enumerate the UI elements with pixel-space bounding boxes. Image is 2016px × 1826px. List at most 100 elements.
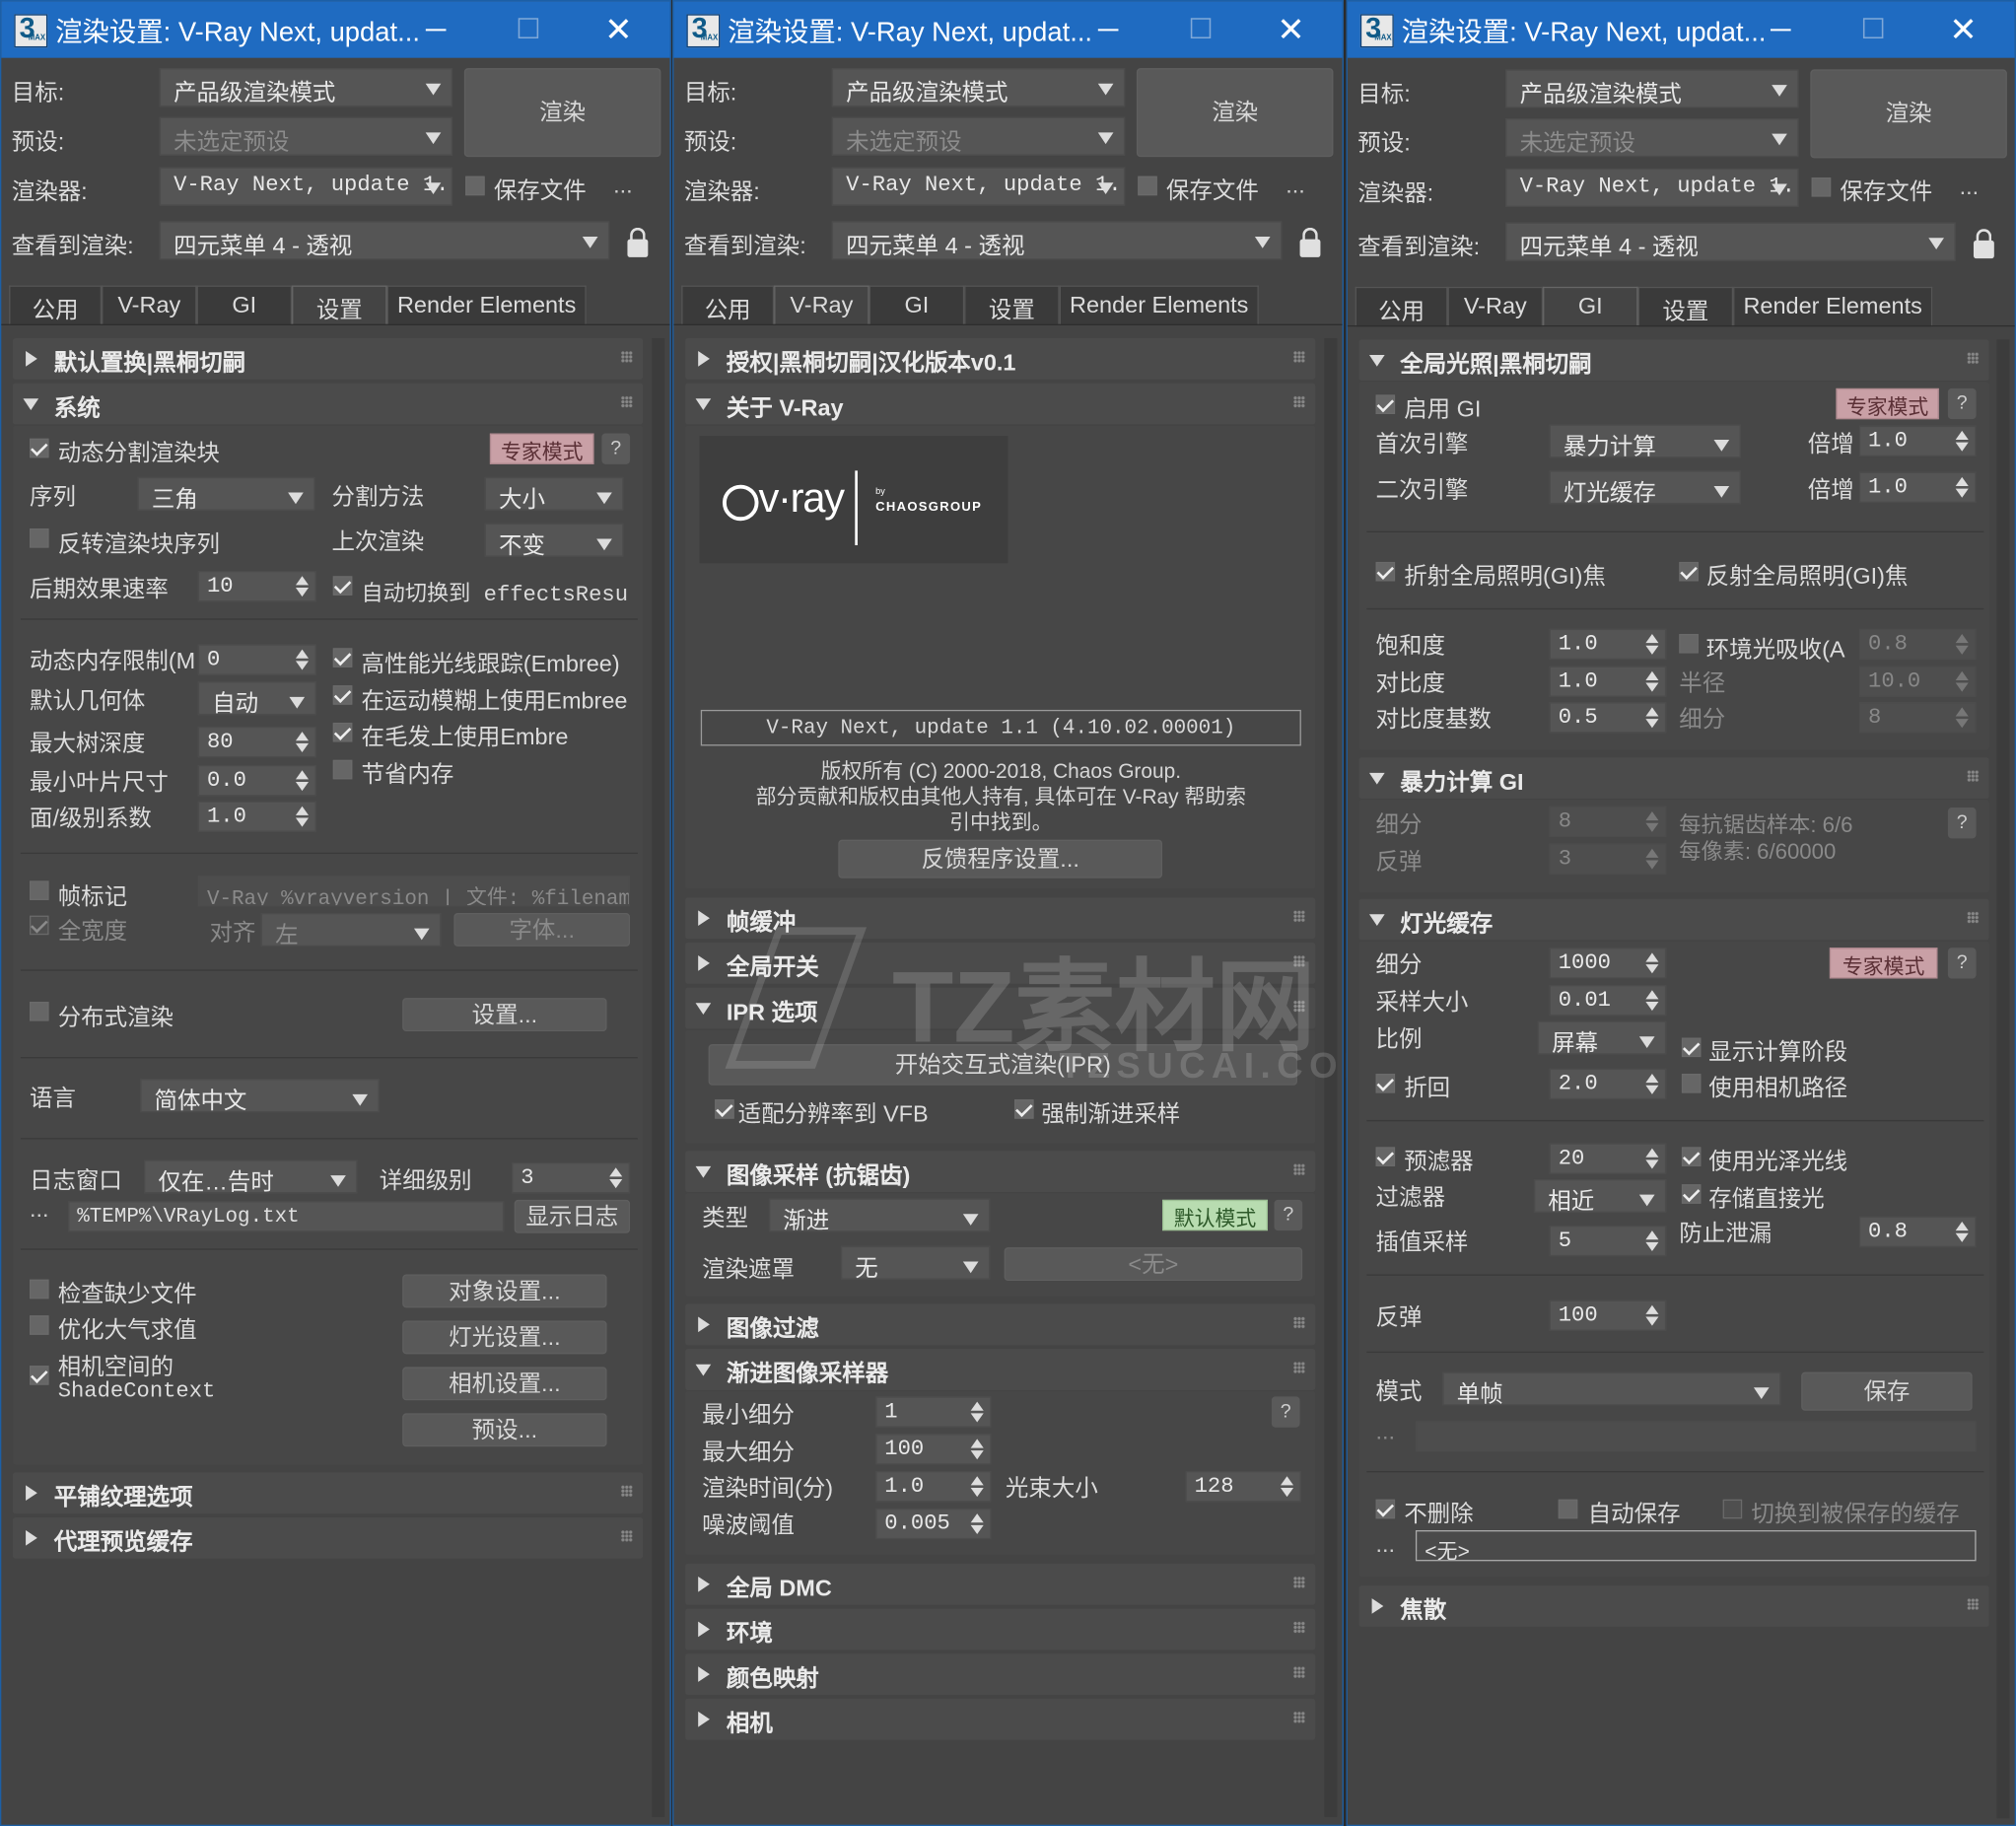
default-geometry-dropdown[interactable]: 自动 (197, 681, 316, 716)
section-image-sampler[interactable]: 图像采样 (抗锯齿) (685, 1151, 1316, 1193)
ao-amount-spinner[interactable]: 0.8 (1858, 628, 1977, 661)
section-license[interactable]: 授权|黑桐切嗣|汉化版本v0.1 (685, 338, 1316, 380)
auto-save-browse-button[interactable]: ... (1376, 1531, 1396, 1558)
show-log-button[interactable]: 显示日志 (514, 1199, 631, 1233)
show-calc-phase-checkbox[interactable] (1681, 1037, 1702, 1058)
reflective-caustics-checkbox[interactable] (1679, 561, 1699, 582)
help-icon[interactable]: ? (1947, 387, 1977, 420)
section-global-illumination[interactable]: 全局光照|黑桐切嗣 (1358, 339, 1989, 382)
section-light-cache[interactable]: 灯光缓存 (1358, 898, 1989, 941)
title-bar[interactable]: 渲染设置: V-Ray Next, updat... ─ ☐ ✕ (1, 1, 670, 58)
section-global-dmc[interactable]: 全局 DMC (685, 1563, 1316, 1605)
tab-vray[interactable]: V-Ray (774, 285, 869, 325)
section-environment[interactable]: 环境 (685, 1608, 1316, 1650)
prefilter-checkbox[interactable] (1375, 1147, 1396, 1166)
render-button[interactable]: 渲染 (1810, 69, 2007, 159)
tab-common[interactable]: 公用 (681, 285, 775, 325)
check-missing-files-checkbox[interactable] (29, 1279, 49, 1299)
retrace-spinner[interactable]: 2.0 (1549, 1068, 1667, 1100)
render-button[interactable]: 渲染 (463, 68, 661, 158)
sequence-dropdown[interactable]: 三角 (137, 476, 315, 511)
view-dropdown[interactable]: 四元菜单 4 - 透视 (1505, 222, 1956, 261)
tab-render-elements[interactable]: Render Elements (386, 285, 587, 325)
maximize-icon[interactable]: ☐ (503, 9, 554, 50)
force-progressive-checkbox[interactable] (1014, 1099, 1034, 1119)
section-brute-force-gi[interactable]: 暴力计算 GI (1358, 757, 1989, 799)
fit-resolution-checkbox[interactable] (715, 1099, 734, 1119)
presets-button[interactable]: 预设... (402, 1413, 607, 1447)
split-method-dropdown[interactable]: 大小 (484, 476, 624, 511)
help-icon[interactable]: ? (1271, 1396, 1300, 1428)
auto-save-file-field[interactable]: <无> (1415, 1530, 1977, 1562)
cache-file-browse-button[interactable]: ... (1376, 1419, 1396, 1445)
tab-settings[interactable]: 设置 (964, 285, 1060, 325)
distributed-render-checkbox[interactable] (29, 1001, 49, 1021)
default-mode-badge[interactable]: 默认模式 (1162, 1199, 1268, 1231)
leak-prevention-spinner[interactable]: 0.8 (1858, 1216, 1977, 1248)
contrast-base-spinner[interactable]: 0.5 (1549, 702, 1667, 734)
scrollbar[interactable] (652, 338, 665, 1817)
last-render-dropdown[interactable]: 不变 (484, 523, 624, 557)
refractive-caustics-checkbox[interactable] (1375, 561, 1396, 582)
save-memory-checkbox[interactable] (332, 759, 353, 780)
view-dropdown[interactable]: 四元菜单 4 - 透视 (159, 221, 610, 260)
section-default-displacement[interactable]: 默认置换|黑桐切嗣 (13, 338, 644, 380)
section-system[interactable]: 系统 (13, 383, 644, 425)
secondary-multiplier-spinner[interactable]: 1.0 (1858, 471, 1977, 503)
ao-subdivs-spinner[interactable]: 8 (1858, 702, 1977, 734)
render-mask-dropdown[interactable]: 无 (840, 1245, 991, 1280)
auto-switch-checkbox[interactable] (332, 576, 353, 596)
primary-engine-dropdown[interactable]: 暴力计算 (1549, 424, 1741, 458)
expert-mode-badge[interactable]: 专家模式 (1836, 387, 1939, 420)
tab-settings[interactable]: 设置 (292, 285, 387, 325)
tab-settings[interactable]: 设置 (1637, 286, 1734, 327)
save-file-browse-button[interactable]: ... (613, 173, 633, 199)
scrollbar[interactable] (1996, 339, 2010, 1819)
renderer-dropdown[interactable]: V-Ray Next, update 1. (831, 167, 1126, 206)
sample-size-spinner[interactable]: 0.01 (1549, 985, 1667, 1017)
section-caustics[interactable]: 焦散 (1358, 1585, 1989, 1627)
ambient-occlusion-checkbox[interactable] (1679, 633, 1699, 654)
minimize-icon[interactable]: ─ (1082, 9, 1134, 50)
post-effects-rate-spinner[interactable]: 10 (197, 571, 316, 602)
section-color-mapping[interactable]: 颜色映射 (685, 1653, 1316, 1695)
auto-save-checkbox[interactable] (1558, 1499, 1578, 1519)
face-level-coef-spinner[interactable]: 1.0 (197, 801, 316, 832)
filter-dropdown[interactable]: 相近 (1533, 1178, 1667, 1213)
scale-dropdown[interactable]: 屏幕 (1537, 1020, 1667, 1055)
bf-bounces-spinner[interactable]: 3 (1549, 843, 1667, 875)
preset-dropdown[interactable]: 未选定预设 (159, 116, 453, 156)
maximize-icon[interactable]: ☐ (1847, 9, 1899, 50)
render-time-spinner[interactable]: 1.0 (875, 1471, 992, 1503)
camera-space-shadecontext-checkbox[interactable] (29, 1366, 49, 1385)
hair-embree-checkbox[interactable] (332, 722, 353, 742)
save-file-checkbox[interactable] (1138, 176, 1157, 196)
expert-mode-badge[interactable]: 专家模式 (1829, 948, 1938, 979)
minimize-icon[interactable]: ─ (1755, 9, 1806, 50)
motion-blur-embree-checkbox[interactable] (332, 685, 353, 705)
use-glossy-rays-checkbox[interactable] (1681, 1147, 1702, 1166)
primary-multiplier-spinner[interactable]: 1.0 (1858, 425, 1977, 457)
lock-icon[interactable] (627, 227, 649, 257)
lc-subdivs-spinner[interactable]: 1000 (1549, 948, 1667, 979)
light-settings-button[interactable]: 灯光设置... (402, 1320, 607, 1355)
help-icon[interactable]: ? (1274, 1199, 1303, 1231)
dynamic-memory-spinner[interactable]: 0 (197, 644, 316, 675)
min-subdivs-spinner[interactable]: 1 (875, 1396, 992, 1428)
interp-samples-spinner[interactable]: 5 (1549, 1225, 1667, 1257)
saturation-spinner[interactable]: 1.0 (1549, 628, 1667, 661)
lock-icon[interactable] (1299, 227, 1321, 257)
tab-vray[interactable]: V-Ray (102, 285, 197, 325)
save-file-browse-button[interactable]: ... (1286, 173, 1305, 199)
expert-mode-badge[interactable]: 专家模式 (489, 433, 594, 464)
bundle-size-spinner[interactable]: 128 (1185, 1471, 1301, 1503)
target-dropdown[interactable]: 产品级渲染模式 (831, 68, 1126, 107)
section-proxy-preview[interactable]: 代理预览缓存 (13, 1516, 644, 1559)
help-icon[interactable]: ? (1947, 948, 1977, 979)
tab-render-elements[interactable]: Render Elements (1059, 285, 1259, 325)
max-subdivs-spinner[interactable]: 100 (875, 1434, 992, 1465)
detail-level-spinner[interactable]: 3 (512, 1162, 631, 1194)
min-leaf-size-spinner[interactable]: 0.0 (197, 765, 316, 797)
section-tiled-texture[interactable]: 平铺纹理选项 (13, 1472, 644, 1514)
render-mask-object-button[interactable]: <无> (1004, 1247, 1303, 1282)
